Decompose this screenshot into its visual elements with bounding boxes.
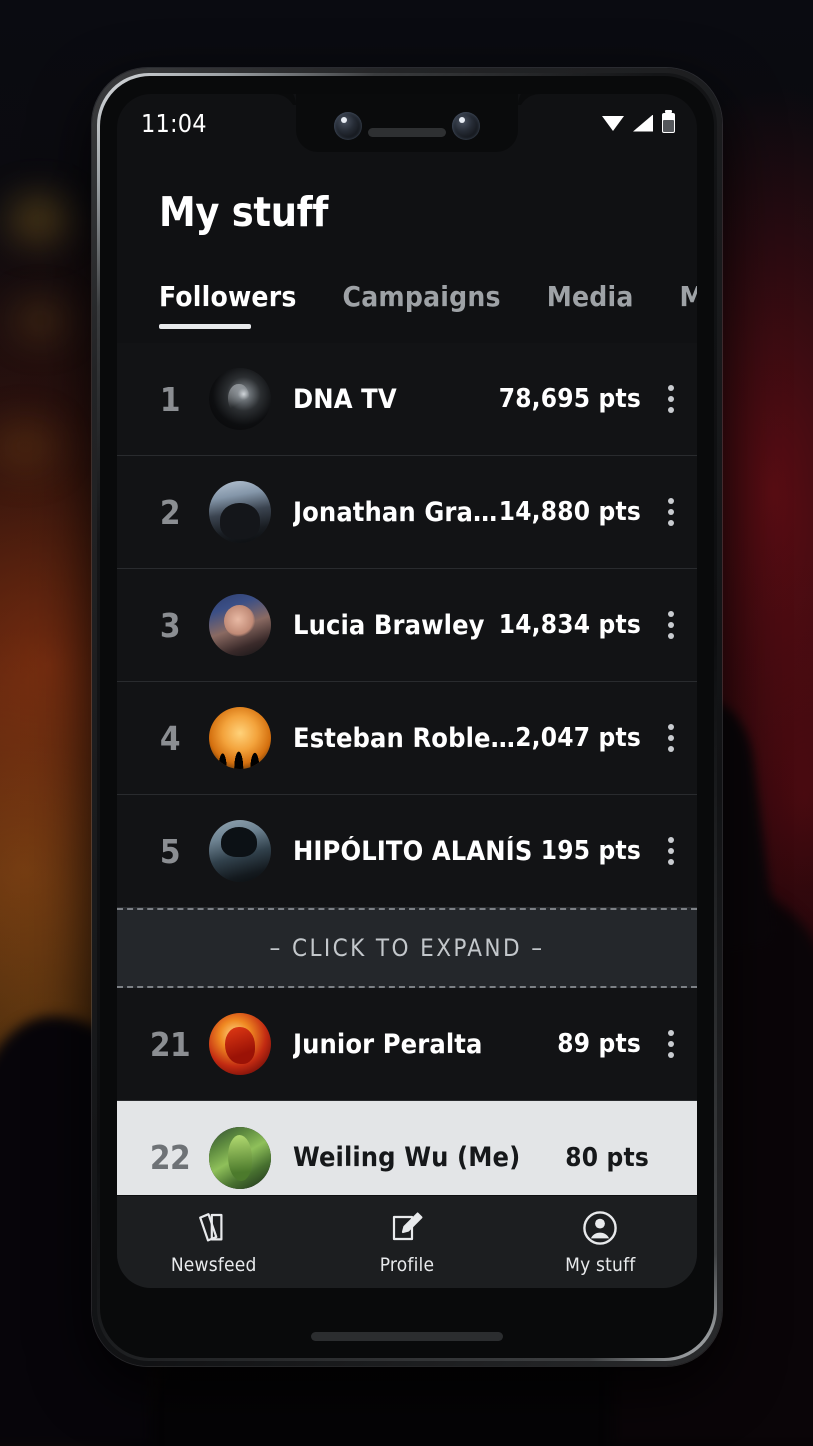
nav-item-my-stuff-label: My stuff — [565, 1253, 636, 1276]
tab-followers-label: Followers — [159, 280, 297, 313]
row-rank: 1 — [159, 379, 181, 419]
kebab-menu-icon[interactable] — [645, 498, 697, 526]
row-points: 78,695 pts — [498, 384, 641, 414]
table-row[interactable]: 5 HIPÓLITO ALANÍS 195 pts — [117, 795, 697, 908]
row-points: 2,047 pts — [515, 723, 641, 753]
tab-bar: Followers Campaigns Media Mixta — [117, 236, 697, 335]
page-title: My stuff — [159, 188, 329, 236]
table-row[interactable]: 1 DNA TV 78,695 pts — [117, 343, 697, 456]
edit-square-icon — [390, 1209, 424, 1247]
tab-campaigns[interactable]: Campaigns — [343, 280, 501, 335]
kebab-menu-icon[interactable] — [645, 1030, 697, 1058]
tab-followers[interactable]: Followers — [159, 280, 297, 335]
cards-icon — [196, 1209, 232, 1247]
row-name: DNA TV — [293, 383, 397, 415]
expand-list-label: – CLICK TO EXPAND – — [269, 934, 545, 962]
row-points: 195 pts — [540, 836, 641, 866]
avatar-image — [209, 820, 271, 882]
avatar — [209, 707, 271, 769]
kebab-menu-icon[interactable] — [645, 611, 697, 639]
avatar — [209, 594, 271, 656]
expand-list-button[interactable]: – CLICK TO EXPAND – — [117, 908, 697, 988]
status-system-icons — [602, 110, 675, 133]
avatar — [209, 481, 271, 543]
row-points: 89 pts — [557, 1029, 641, 1059]
nav-item-newsfeed[interactable]: Newsfeed — [117, 1209, 310, 1276]
kebab-menu-icon[interactable] — [645, 385, 697, 413]
row-rank: 3 — [159, 605, 181, 645]
row-rank: 4 — [159, 718, 181, 758]
status-bar: 11:04 — [117, 94, 697, 152]
phone-screen: 11:04 My stuff Followers Campaigns Media… — [117, 94, 697, 1288]
tab-mixtapes[interactable]: Mixta — [680, 280, 697, 335]
row-name: HIPÓLITO ALANÍS — [293, 835, 533, 867]
phone-device-frame: 11:04 My stuff Followers Campaigns Media… — [92, 68, 722, 1366]
avatar-image — [209, 1126, 271, 1189]
row-name: Lucia Brawley — [293, 609, 485, 641]
bottom-speaker-grille — [311, 1332, 503, 1341]
kebab-menu-icon[interactable] — [645, 724, 697, 752]
nav-item-my-stuff[interactable]: My stuff — [504, 1209, 697, 1276]
row-name: Weiling Wu (Me) — [293, 1142, 521, 1173]
table-row[interactable]: 21 Junior Peralta 89 pts — [117, 988, 697, 1101]
person-circle-icon — [582, 1209, 618, 1247]
row-points: 14,880 pts — [498, 497, 641, 527]
avatar — [209, 820, 271, 882]
avatar-image — [209, 481, 271, 543]
table-row[interactable]: 2 Jonathan Gramling 14,880 pts — [117, 456, 697, 569]
row-name: Esteban Robles Luna — [293, 722, 515, 754]
avatar — [209, 368, 271, 430]
tab-mixtapes-label: Mixta — [679, 280, 697, 313]
battery-icon — [662, 110, 675, 133]
phone-frame-edge: 11:04 My stuff Followers Campaigns Media… — [97, 73, 717, 1361]
row-rank: 5 — [159, 831, 181, 871]
bottom-navigation-bar: Newsfeed Profile My stuff — [117, 1195, 697, 1288]
avatar-image — [209, 368, 271, 430]
row-rank: 21 — [149, 1024, 191, 1064]
tab-media[interactable]: Media — [547, 280, 634, 335]
table-row[interactable]: 3 Lucia Brawley 14,834 pts — [117, 569, 697, 682]
row-name: Jonathan Gramling — [293, 496, 499, 528]
phone-bezel: 11:04 My stuff Followers Campaigns Media… — [100, 76, 714, 1358]
row-rank: 22 — [149, 1138, 191, 1177]
nav-item-profile[interactable]: Profile — [310, 1209, 503, 1276]
background-light-blob-2 — [14, 300, 68, 340]
avatar — [209, 1013, 271, 1075]
tab-campaigns-label: Campaigns — [342, 280, 501, 313]
nav-item-profile-label: Profile — [379, 1253, 435, 1276]
avatar — [209, 1126, 271, 1189]
wifi-icon — [602, 115, 624, 131]
avatar-image — [209, 1013, 271, 1075]
kebab-menu-icon[interactable] — [645, 837, 697, 865]
background-light-blob-3 — [0, 420, 60, 472]
status-clock: 11:04 — [141, 108, 207, 138]
nav-item-newsfeed-label: Newsfeed — [170, 1253, 257, 1276]
row-rank: 2 — [159, 492, 181, 532]
leaderboard-list: 1 DNA TV 78,695 pts 2 Jonathan Gramling … — [117, 343, 697, 1214]
tab-media-label: Media — [546, 280, 634, 313]
row-name: Junior Peralta — [293, 1028, 483, 1060]
avatar-image — [209, 594, 271, 656]
signal-icon — [633, 114, 653, 132]
row-points: 80 pts — [565, 1142, 649, 1173]
avatar-image — [209, 707, 271, 769]
background-light-blob-1 — [8, 196, 70, 242]
table-row[interactable]: 4 Esteban Robles Luna 2,047 pts — [117, 682, 697, 795]
row-points: 14,834 pts — [498, 610, 641, 640]
